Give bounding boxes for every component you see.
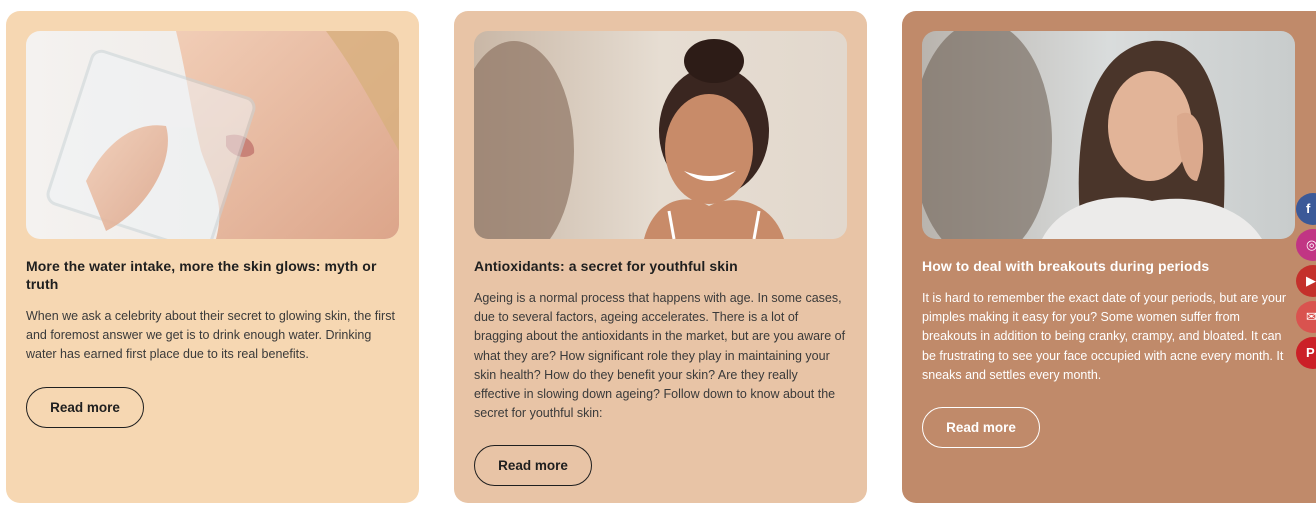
card-excerpt: It is hard to remember the exact date of… [922,291,1287,382]
card-title[interactable]: More the water intake, more the skin glo… [26,257,399,293]
smiling-woman-mirror-photo[interactable] [474,31,847,239]
blog-card-antioxidants: Antioxidants: a secret for youthful skin… [454,11,867,503]
youtube-icon[interactable]: ▶ [1296,265,1316,297]
card-title[interactable]: Antioxidants: a secret for youthful skin [474,257,847,275]
blog-card-water: More the water intake, more the skin glo… [6,11,419,503]
pinterest-icon[interactable]: P [1296,337,1316,369]
woman-drinking-water-photo[interactable] [26,31,399,239]
mail-icon[interactable]: ✉ [1296,301,1316,333]
read-more-button[interactable]: Read more [922,407,1040,449]
worried-woman-touching-face-photo[interactable] [922,31,1295,239]
blog-card-breakouts: How to deal with breakouts during period… [902,11,1316,503]
card-excerpt: When we ask a celebrity about their secr… [26,309,395,362]
card-excerpt: Ageing is a normal process that happens … [474,291,846,421]
read-more-button[interactable]: Read more [26,386,144,428]
card-title[interactable]: How to deal with breakouts during period… [922,257,1296,275]
read-more-button[interactable]: Read more [474,445,592,487]
instagram-icon[interactable]: ◎ [1296,229,1316,261]
social-share-bar: f ◎ ▶ ✉ P [1296,193,1316,373]
facebook-icon[interactable]: f [1296,193,1316,225]
